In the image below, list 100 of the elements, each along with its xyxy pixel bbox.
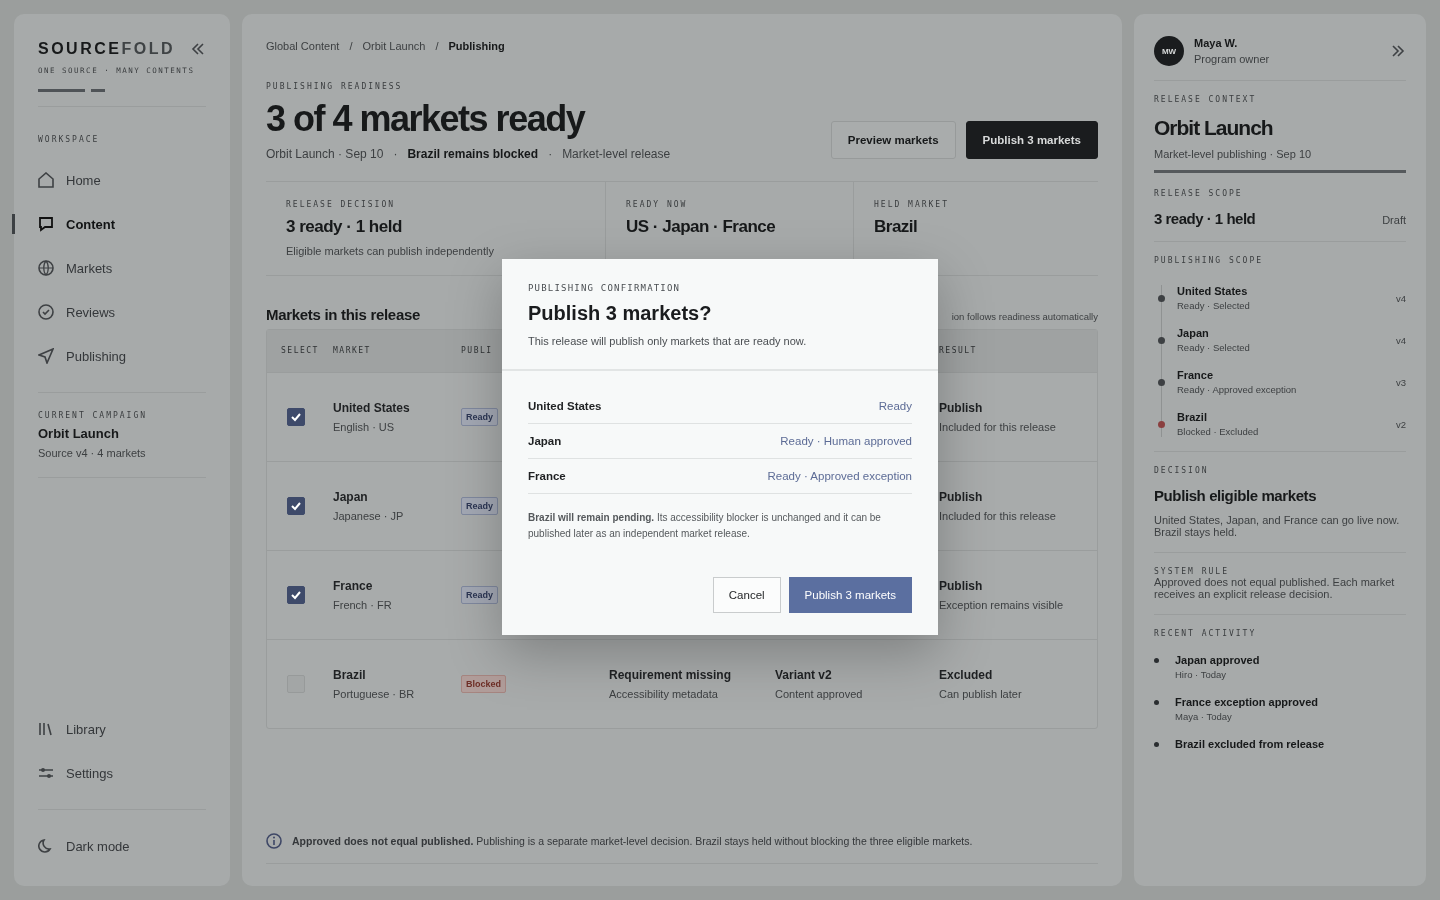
stat-value: Brazil <box>874 216 919 237</box>
version-label: v2 <box>1395 418 1406 430</box>
status-tag: Draft <box>1382 214 1406 226</box>
campaign-meta: Source v4 · 4 markets <box>38 447 147 459</box>
market-name: Japan <box>333 489 369 504</box>
result-text: Publish <box>939 400 984 415</box>
market-status: Ready · Approved exception <box>767 470 912 482</box>
activity-title: Japan approved <box>1175 654 1260 666</box>
section-label: RECENT ACTIVITY <box>1154 629 1258 638</box>
version-label: v4 <box>1395 292 1406 304</box>
result-text-note: Included for this release <box>939 509 1057 522</box>
expand-icon[interactable] <box>1390 43 1406 59</box>
stat-label: READY NOW <box>626 199 689 209</box>
market-name: France <box>528 470 566 482</box>
publish-button[interactable]: Publish 3 markets <box>788 577 912 613</box>
decision-text: United States, Japan, and France can go live now. Brazil stays held. <box>1154 514 1401 538</box>
nav-item[interactable]: Markets <box>38 246 206 290</box>
nav-item[interactable]: Reviews <box>38 290 206 334</box>
theme-toggle[interactable]: Dark mode <box>38 824 206 868</box>
market-status: Ready · Selected <box>1177 342 1251 353</box>
section-title: Markets in this release <box>266 305 420 323</box>
page-title: 3 of 4 markets ready <box>266 99 586 139</box>
column-header: PUBLI <box>461 346 494 356</box>
breadcrumb-separator: / <box>435 40 439 52</box>
status-badge: Ready <box>461 407 498 426</box>
market-name: United States <box>1177 285 1249 297</box>
market-status: Ready · Selected <box>1177 300 1251 311</box>
separator-dot: · <box>548 146 553 161</box>
market-status: Blocked · Excluded <box>1177 426 1260 437</box>
publish-button[interactable]: Publish 3 markets <box>965 120 1098 159</box>
dialog-title: Publish 3 markets? <box>528 302 713 325</box>
requirement-text-note: Accessibility metadata <box>609 687 719 700</box>
requirement-text: Requirement missing <box>609 667 733 682</box>
breadcrumb[interactable]: Global Content <box>266 40 340 52</box>
chat-bubble-icon <box>38 216 54 232</box>
market-name-note: Portuguese · BR <box>333 687 416 700</box>
result-text-note: Exception remains visible <box>939 598 1065 611</box>
check-circle-icon <box>38 304 54 320</box>
checkbox[interactable] <box>287 496 305 515</box>
nav-item[interactable]: Settings <box>38 751 206 795</box>
logo-underline <box>38 89 85 92</box>
column-header: MARKET <box>333 346 372 356</box>
column-header: SELECT <box>280 346 320 356</box>
market-name: United States <box>333 400 411 415</box>
version-label: v4 <box>1395 334 1406 346</box>
market-name: France <box>1177 369 1215 381</box>
market-name: Japan <box>1177 327 1210 339</box>
user-name: Maya W. <box>1194 37 1239 49</box>
result-text-note: Included for this release <box>939 420 1057 433</box>
checkbox[interactable] <box>287 407 305 426</box>
market-name: Brazil <box>1177 411 1208 423</box>
status-badge: Blocked <box>461 674 506 693</box>
variant-text: Variant v2 <box>775 667 833 682</box>
section-note: ion follows readiness automatically <box>951 310 1098 322</box>
meta-text: Orbit Launch · Sep 10 <box>266 146 384 161</box>
breadcrumb[interactable]: Publishing <box>448 40 505 52</box>
books-icon <box>38 721 54 737</box>
stat-label: HELD MARKET <box>874 199 950 209</box>
section-label: DECISION <box>1154 466 1210 475</box>
context-meta: Market-level publishing · Sep 10 <box>1154 148 1313 160</box>
status-badge: Ready <box>461 496 498 515</box>
market-status: Ready · Human approved <box>780 435 912 447</box>
result-text-note: Can publish later <box>939 687 1023 700</box>
market-name: Brazil <box>333 667 367 682</box>
logo-text: SOURCEFOLD <box>38 40 175 58</box>
result-text: Publish <box>939 489 984 504</box>
stat-value: 3 ready · 1 held <box>286 216 403 237</box>
meta-text: Market-level release <box>562 146 671 161</box>
breadcrumb[interactable]: Orbit Launch <box>362 40 426 52</box>
campaign-title: Orbit Launch <box>38 426 120 441</box>
nav-item[interactable]: Library <box>38 707 206 751</box>
globe-icon <box>38 260 54 276</box>
section-label: CURRENT CAMPAIGN <box>38 411 149 420</box>
paper-plane-icon <box>38 348 54 364</box>
stat-note: Eligible markets can publish independently <box>286 244 495 257</box>
section-label: WORKSPACE <box>38 135 101 144</box>
column-header: RESULT <box>939 346 978 356</box>
activity-meta: Maya · Today <box>1175 711 1233 722</box>
avatar: MW <box>1154 36 1184 66</box>
activity-title: Brazil excluded from release <box>1175 738 1325 750</box>
meta-text: Brazil remains blocked <box>407 146 539 161</box>
user-role: Program owner <box>1194 53 1271 65</box>
footer-note: Approved does not equal published. Publishing is a separate market-level decision. Brazil stays held without blocking the three eligible markets. <box>292 835 973 847</box>
bullet-dot <box>1154 658 1159 663</box>
nav-item[interactable]: Publishing <box>38 334 206 378</box>
dialog-eyebrow: PUBLISHING CONFIRMATION <box>528 283 682 293</box>
preview-button[interactable]: Preview markets <box>830 120 956 159</box>
nav-item[interactable]: Home <box>38 158 206 202</box>
bullet-dot <box>1154 700 1159 705</box>
eyebrow: PUBLISHING READINESS <box>266 82 404 91</box>
moon-icon <box>38 838 54 854</box>
section-label: RELEASE CONTEXT <box>1154 95 1258 104</box>
cancel-button[interactable]: Cancel <box>712 577 781 613</box>
rule-text: Approved does not equal published. Each market receives an explicit release decision. <box>1154 576 1396 600</box>
market-name-note: Japanese · JP <box>333 509 405 522</box>
info-icon <box>266 833 282 849</box>
bullet-dot <box>1154 742 1159 747</box>
context-title: Orbit Launch <box>1154 116 1274 140</box>
collapse-icon[interactable] <box>190 41 206 57</box>
checkbox[interactable] <box>287 585 305 604</box>
